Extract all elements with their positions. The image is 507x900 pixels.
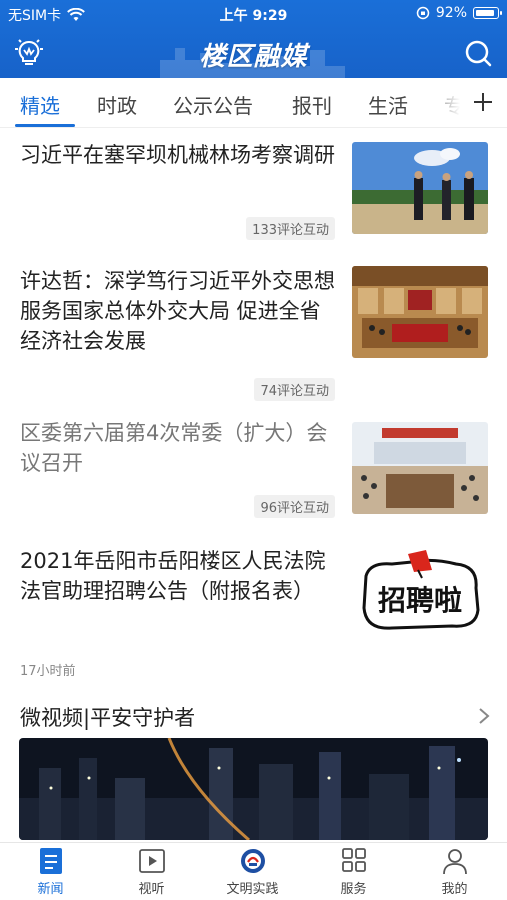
orientation-lock-icon bbox=[416, 6, 430, 20]
photo-officials-forest-image bbox=[352, 142, 488, 234]
search-icon[interactable] bbox=[463, 38, 493, 68]
comment-count-badge: 74评论互动 bbox=[254, 378, 335, 401]
app-title: 楼区融媒 bbox=[199, 42, 308, 72]
tab-track: 精选 时政 公示公告 报刊 生活 专 bbox=[0, 78, 460, 127]
news-item[interactable]: 区委第六届第4次常委（扩大）会议召开 96评论互动 bbox=[0, 404, 507, 524]
tab-shenghuo[interactable]: 生活 bbox=[368, 90, 408, 119]
tab-gongshi-gonggao[interactable]: 公示公告 bbox=[173, 90, 253, 119]
grid-icon bbox=[341, 848, 366, 872]
news-item[interactable]: 2021年岳阳市岳阳楼区人民法院法官助理招聘公告（附报名表） 招聘啦 17小时前 bbox=[0, 540, 507, 686]
news-title: 许达哲：深学笃行习近平外交思想 服务国家总体外交大局 促进全省经济社会发展 bbox=[20, 269, 335, 353]
photo-conference-hall-image bbox=[352, 266, 488, 358]
nav-news[interactable]: 新闻 bbox=[0, 847, 101, 900]
news-item[interactable]: 许达哲：深学笃行习近平外交思想 服务国家总体外交大局 促进全省经济社会发展 74… bbox=[0, 250, 507, 401]
news-thumbnail bbox=[352, 142, 488, 234]
section-header[interactable]: 微视频|平安守护者 bbox=[0, 696, 507, 736]
logo-text: 招聘啦 bbox=[378, 584, 462, 617]
nav-label: 视听 bbox=[138, 882, 165, 897]
nav-label: 服务 bbox=[340, 882, 367, 897]
nav-label: 我的 bbox=[441, 882, 468, 897]
active-tab-indicator bbox=[15, 124, 75, 127]
app-bar: 楼区融媒 bbox=[0, 28, 507, 78]
comment-count-badge: 133评论互动 bbox=[246, 217, 335, 240]
header: 无SIM卡 上午 9:29 92% 楼区融媒 bbox=[0, 0, 507, 78]
news-thumbnail bbox=[352, 266, 488, 358]
news-time: 17小时前 bbox=[20, 664, 76, 679]
video-icon bbox=[138, 849, 165, 873]
tab-shizheng[interactable]: 时政 bbox=[97, 90, 137, 119]
news-thumbnail bbox=[352, 422, 488, 514]
nav-civilization[interactable]: 文明实践 bbox=[202, 847, 303, 900]
news-icon bbox=[39, 848, 62, 874]
video-thumbnail[interactable] bbox=[19, 738, 488, 840]
nav-label: 新闻 bbox=[37, 882, 64, 897]
status-bar: 无SIM卡 上午 9:29 92% bbox=[0, 0, 507, 26]
nav-video[interactable]: 视听 bbox=[101, 847, 202, 900]
news-title: 区委第六届第4次常委（扩大）会议召开 bbox=[20, 421, 328, 475]
comment-count-badge: 96评论互动 bbox=[254, 495, 335, 518]
news-title: 2021年岳阳市岳阳楼区人民法院法官助理招聘公告（附报名表） bbox=[20, 549, 326, 603]
civilization-icon bbox=[240, 849, 265, 873]
battery-icon bbox=[473, 7, 502, 19]
battery-percent: 92% bbox=[435, 5, 467, 21]
tab-jingxuan[interactable]: 精选 bbox=[20, 90, 60, 119]
plus-icon[interactable] bbox=[467, 86, 499, 118]
photo-city-night-image bbox=[19, 738, 488, 840]
nav-services[interactable]: 服务 bbox=[303, 847, 404, 900]
bottom-nav: 新闻 视听 文明实践 服务 我的 bbox=[0, 842, 507, 900]
chevron-right-icon[interactable] bbox=[477, 706, 491, 726]
battery-fill bbox=[475, 9, 494, 16]
news-item[interactable]: 习近平在塞罕坝机械林场考察调研 133评论互动 bbox=[0, 128, 507, 244]
news-title: 习近平在塞罕坝机械林场考察调研 bbox=[20, 143, 335, 167]
tab-baokan[interactable]: 报刊 bbox=[292, 90, 332, 119]
logo-zhaopinla-image: 招聘啦 bbox=[362, 550, 480, 630]
nav-label: 文明实践 bbox=[226, 882, 279, 897]
category-tabs: 精选 时政 公示公告 报刊 生活 专 bbox=[0, 78, 507, 128]
profile-icon bbox=[442, 849, 467, 875]
section-title: 微视频|平安守护者 bbox=[20, 706, 196, 730]
news-thumbnail: 招聘啦 bbox=[352, 548, 488, 640]
nav-profile[interactable]: 我的 bbox=[404, 847, 505, 900]
tab-fade bbox=[420, 78, 460, 127]
photo-meeting-room-image bbox=[352, 422, 488, 514]
